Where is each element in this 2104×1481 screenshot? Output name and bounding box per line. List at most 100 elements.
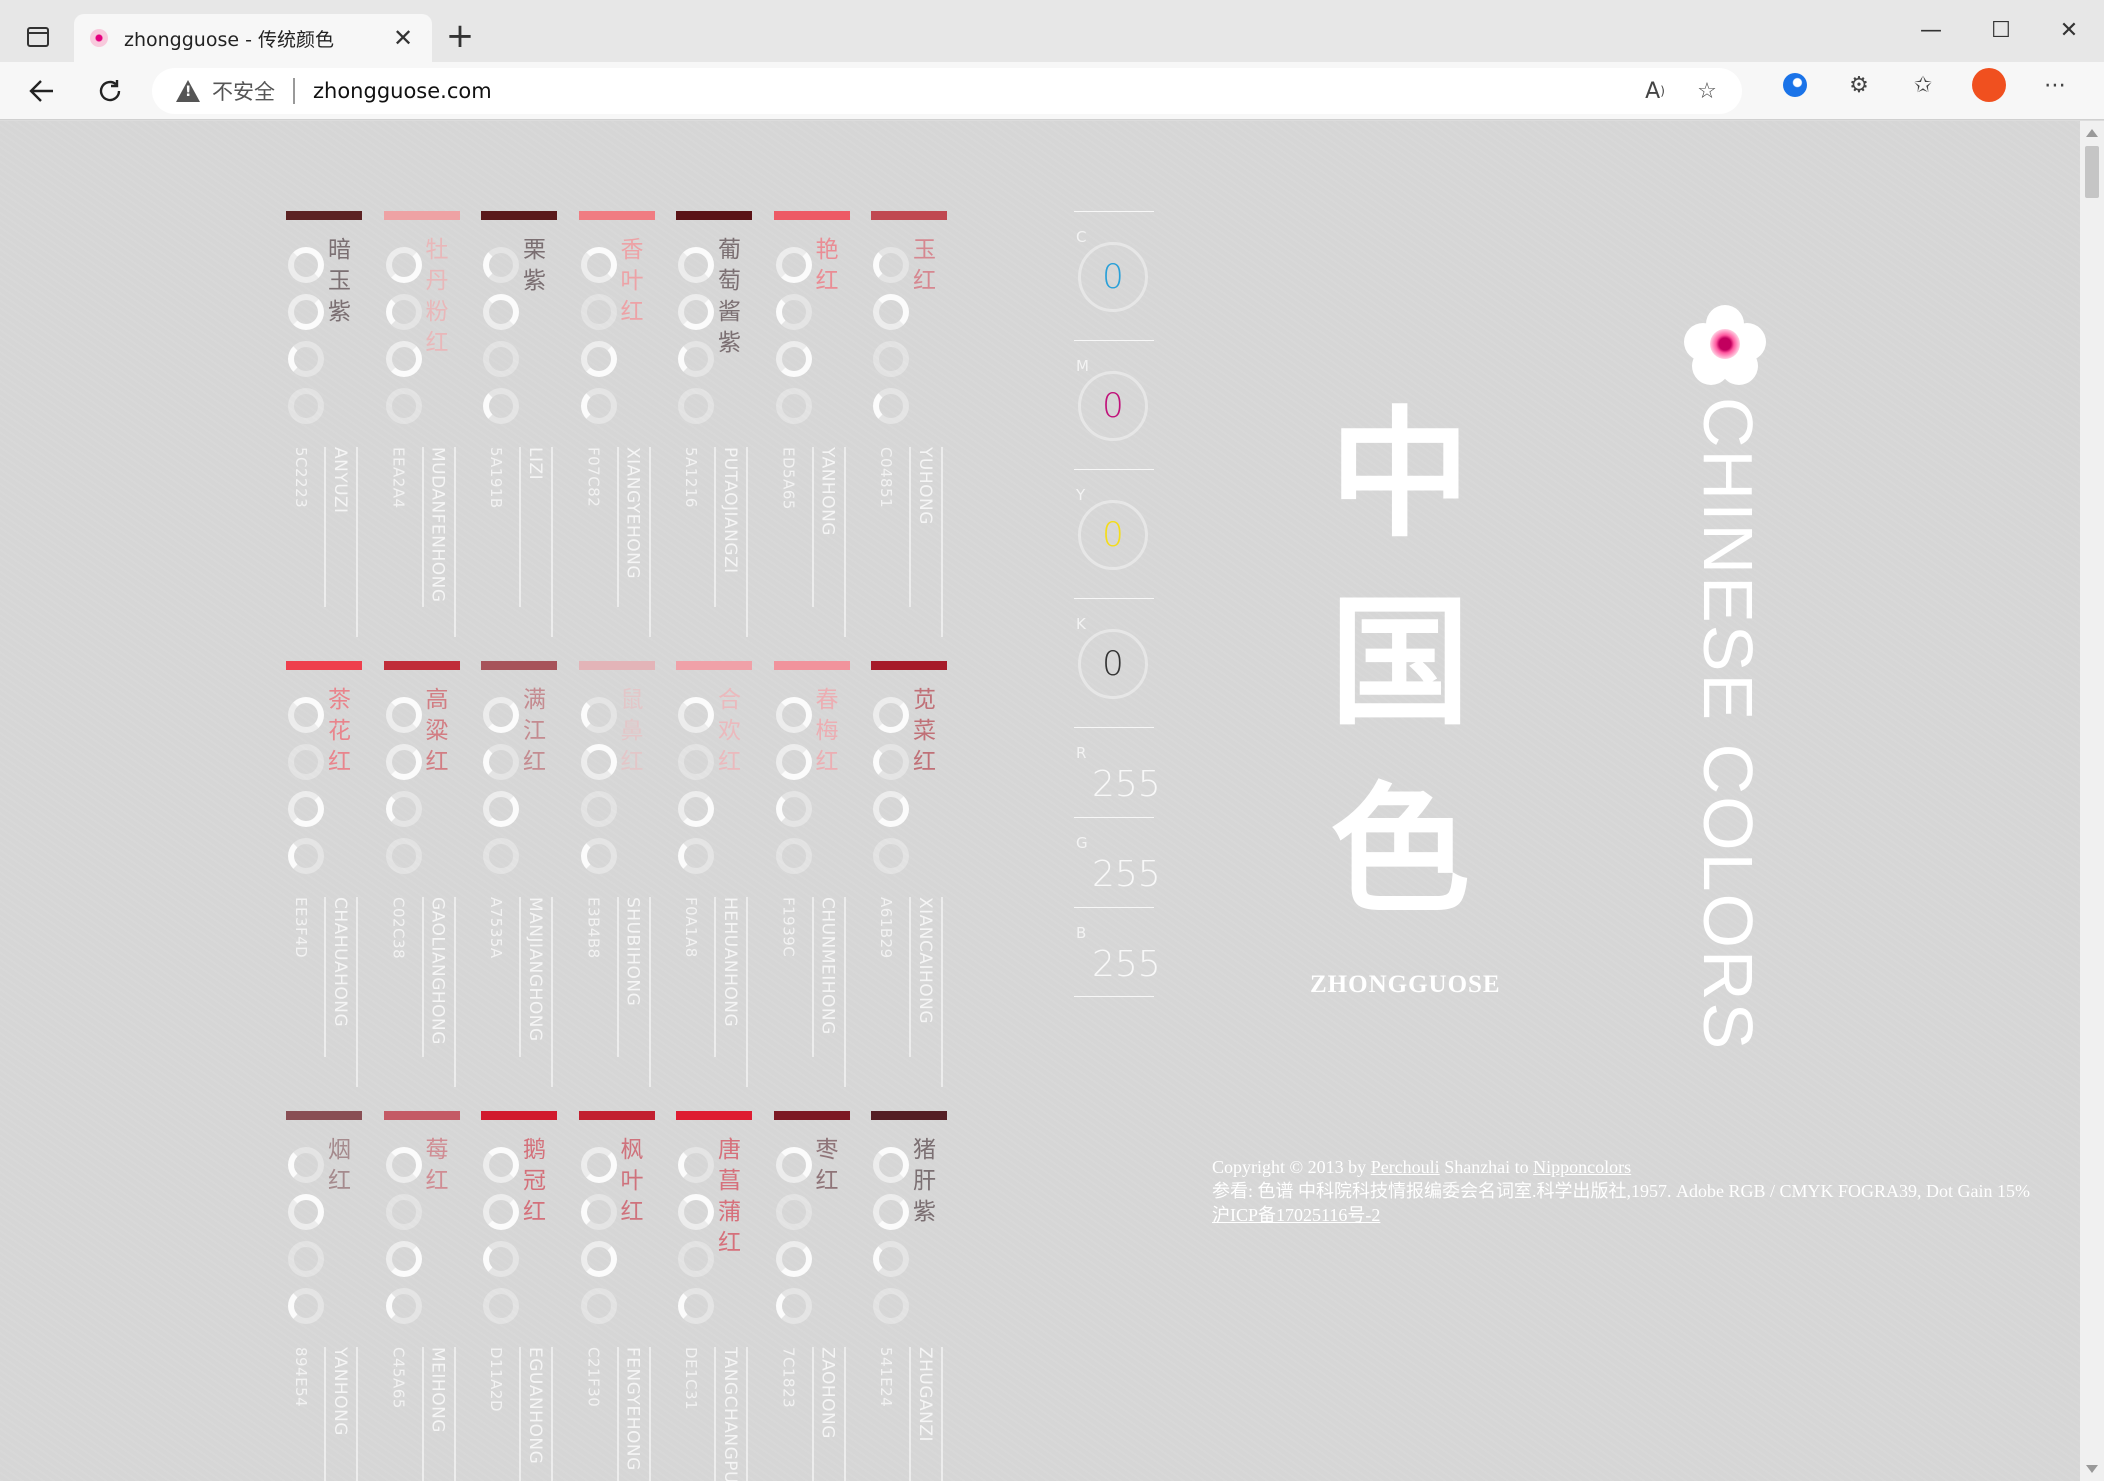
cmyk-ring: [580, 791, 617, 827]
color-hex: 541E24: [877, 1347, 895, 1408]
cmyk-ring: [678, 247, 714, 283]
color-name: 枣红: [815, 1137, 839, 1194]
insecure-label[interactable]: 不安全: [212, 76, 275, 106]
color-card[interactable]: 枣红 7C1823 ZAOHONG: [773, 1111, 850, 1481]
add-favorite-icon[interactable]: ☆: [1692, 76, 1722, 106]
color-card[interactable]: 莓红 C45A65 MEIHONG: [383, 1111, 460, 1481]
extensions-icon[interactable]: ⚙: [1844, 70, 1874, 100]
divider-line: [811, 447, 814, 607]
author-link[interactable]: Perchouli: [1371, 1157, 1440, 1177]
refresh-button[interactable]: [88, 70, 132, 112]
divider-line: [324, 447, 326, 607]
cmyk-ring: [288, 744, 324, 780]
color-card[interactable]: 唐菖蒲红 DE1C31 TANGCHANGPUHONG: [676, 1111, 752, 1481]
color-card[interactable]: 艳红 ED5A65 YANHONG: [773, 211, 850, 641]
color-swatch-bar: [578, 661, 655, 670]
color-swatch-bar: [383, 1111, 460, 1120]
close-window-button[interactable]: ✕: [2044, 14, 2094, 48]
cmyk-ring: [775, 1241, 812, 1277]
divider-line: [616, 897, 619, 1057]
color-name: 春梅红: [815, 687, 839, 775]
maximize-button[interactable]: ☐: [1976, 14, 2026, 48]
color-hex: DE1C31: [682, 1347, 700, 1411]
color-hex: C02C38: [389, 897, 408, 960]
color-name: 合欢红: [718, 687, 741, 775]
color-card[interactable]: 合欢红 F0A1A8 HEHUANHONG: [676, 661, 752, 1091]
color-card[interactable]: 葡萄酱紫 5A1216 PUTAOJIANGZI: [676, 211, 752, 641]
scroll-up-icon[interactable]: [2086, 129, 2098, 137]
black-value: 0: [1078, 629, 1148, 699]
divider-line: [648, 447, 651, 637]
read-aloud-icon[interactable]: A): [1640, 76, 1670, 106]
color-swatch-bar: [773, 211, 850, 220]
color-swatch-bar: [871, 1111, 947, 1120]
url-text[interactable]: zhongguose.com: [313, 79, 492, 103]
color-card[interactable]: 枫叶红 C21F30 FENGYEHONG: [578, 1111, 655, 1481]
cmyk-ring: [580, 388, 617, 424]
color-swatch-bar: [676, 661, 752, 670]
cmyk-ring: [385, 247, 422, 283]
minimize-button[interactable]: —: [1906, 14, 1956, 48]
color-name: 葡萄酱紫: [718, 237, 741, 356]
divider-line: [714, 447, 716, 607]
cmyk-ring: [483, 247, 519, 283]
scroll-thumb[interactable]: [2085, 146, 2099, 198]
color-pinyin: MANJIANGHONG: [525, 897, 545, 1042]
logo-char-zhong: 中: [1330, 393, 1471, 557]
vertical-scrollbar[interactable]: [2080, 121, 2104, 1481]
tab-actions-button[interactable]: [18, 20, 58, 54]
edge-icon[interactable]: [1780, 70, 1810, 100]
color-card[interactable]: 猪肝紫 541E24 ZHUGANZI: [871, 1111, 947, 1481]
color-card[interactable]: 鹅冠红 D11A2D EGUANHONG: [481, 1111, 557, 1481]
color-swatch-bar: [383, 661, 460, 670]
back-button[interactable]: [20, 70, 64, 112]
green-value: 255: [1092, 854, 1161, 895]
favorites-icon[interactable]: ✩: [1908, 70, 1938, 100]
english-title: CHINESE COLORS: [1689, 397, 1767, 1052]
divider-line: [453, 447, 456, 637]
color-card[interactable]: 玉红 C04851 YUHONG: [871, 211, 947, 641]
cmyk-ring: [580, 1194, 617, 1230]
divider-line: [746, 1347, 748, 1481]
cmyk-rings: [678, 1147, 714, 1335]
active-tab[interactable]: zhongguose - 传统颜色 ✕: [74, 14, 432, 62]
cmyk-ring: [288, 247, 324, 283]
divider-line: [519, 897, 521, 1057]
color-hex: D11A2D: [487, 1347, 505, 1412]
black-block: K 0: [1074, 598, 1154, 727]
new-tab-button[interactable]: +: [440, 16, 480, 56]
divider-line: [714, 897, 716, 1057]
divider-line: [941, 1347, 943, 1481]
color-card[interactable]: 春梅红 F1939C CHUNMEIHONG: [773, 661, 850, 1091]
color-card[interactable]: 鼠鼻红 E3B4B8 SHUBIHONG: [578, 661, 655, 1091]
color-swatch-bar: [578, 211, 655, 220]
color-hex: E3B4B8: [584, 897, 603, 959]
cmyk-ring: [385, 294, 422, 330]
more-menu-icon[interactable]: ⋯: [2040, 70, 2070, 100]
cmyk-ring: [483, 388, 519, 424]
color-card[interactable]: 高粱红 C02C38 GAOLIANGHONG: [383, 661, 460, 1091]
divider-line: [453, 1347, 456, 1481]
color-card[interactable]: 暗玉紫 5C2223 ANYUZI: [286, 211, 362, 641]
color-card[interactable]: 牡丹粉红 EEA2A4 MUDANFENHONG: [383, 211, 460, 641]
color-card[interactable]: 香叶红 F07C82 XIANGYEHONG: [578, 211, 655, 641]
color-card[interactable]: 烟红 894E54 YANHONG: [286, 1111, 362, 1481]
scroll-down-icon[interactable]: [2086, 1465, 2098, 1473]
divider-line: [356, 1347, 358, 1481]
cmyk-rings: [483, 247, 519, 435]
nipponcolors-link[interactable]: Nipponcolors: [1533, 1157, 1631, 1177]
color-name: 艳红: [815, 237, 839, 294]
tab-close-icon[interactable]: ✕: [390, 24, 416, 52]
color-card[interactable]: 满江红 A7535A MANJIANGHONG: [481, 661, 557, 1091]
address-bar[interactable]: 不安全 zhongguose.com A) ☆: [152, 68, 1742, 114]
color-card[interactable]: 栗紫 5A191B LIZI: [481, 211, 557, 641]
cmyk-rings: [288, 247, 324, 435]
color-card[interactable]: 茶花红 EE3F4D CHAHUAHONG: [286, 661, 362, 1091]
magenta-label: M: [1076, 357, 1089, 375]
color-card[interactable]: 苋菜红 A61B29 XIANCAIHONG: [871, 661, 947, 1091]
color-name: 暗玉紫: [328, 237, 351, 325]
cmyk-ring: [775, 388, 812, 424]
icp-link[interactable]: 沪ICP备17025116号-2: [1212, 1205, 1380, 1225]
profile-avatar[interactable]: [1972, 68, 2006, 102]
color-pinyin: EGUANHONG: [525, 1347, 545, 1465]
